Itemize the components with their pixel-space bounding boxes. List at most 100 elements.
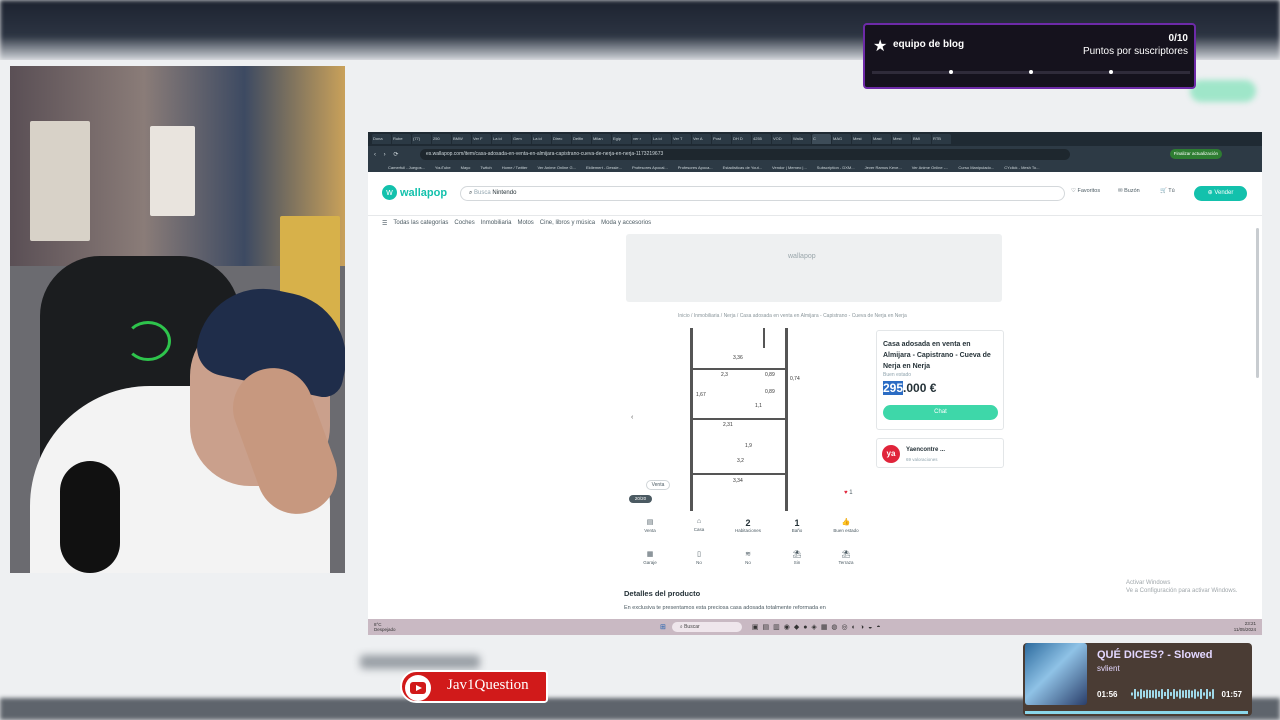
waveform-bar — [1137, 691, 1139, 697]
house-icon: ⌂ — [696, 518, 702, 525]
category-link[interactable]: Moda y accesorios — [601, 220, 651, 227]
browser-tab[interactable]: Delfin — [572, 134, 591, 144]
bookmark-item[interactable]: Camerfull - Juegos... — [388, 165, 425, 170]
elapsed-time: 01:56 — [1097, 690, 1118, 699]
terrace2-icon: ⛱ — [841, 551, 851, 558]
clock-date: 11/05/2024 — [1233, 627, 1256, 632]
browser-tab[interactable]: Ver A — [692, 134, 711, 144]
likes[interactable]: ♥ 1 — [844, 490, 853, 496]
update-button[interactable]: Finalizar actualización — [1169, 149, 1222, 159]
waveform-bar — [1188, 689, 1190, 699]
bookmark-item[interactable]: Profesores Apocal... — [632, 165, 668, 170]
bookmark-item[interactable]: Subscription - DXM... — [817, 165, 855, 170]
taskbar-search[interactable]: ⌕ Buscar — [671, 622, 742, 632]
taskbar-apps-icon[interactable]: ▣▤▥◉◆●◈▦◍◎◐◑◒◓ — [742, 623, 885, 631]
chevron-left-icon[interactable]: ‹ — [631, 414, 633, 421]
bookmark-item[interactable]: Eldlemert - Dessie... — [586, 165, 622, 170]
browser-tab[interactable]: Egip — [612, 134, 631, 144]
browser-tab[interactable]: Mest — [852, 134, 871, 144]
taskbar-search-label: Buscar — [684, 624, 700, 630]
bookmark-item[interactable]: Vendor | Memeo |... — [772, 165, 807, 170]
browser-tab[interactable]: Ver F — [472, 134, 491, 144]
browser-tab[interactable]: Dona — [372, 134, 391, 144]
activate-line: Activar Windows — [1126, 580, 1171, 586]
waveform-bar — [1146, 689, 1148, 699]
seller-reviews: 69 valoraciones — [906, 457, 938, 462]
category-link[interactable]: Coches — [454, 220, 474, 227]
browser-tab[interactable]: Mast — [872, 134, 891, 144]
image-gallery[interactable]: 3,36 2,3 0,89 0,89 1,67 2,31 3,2 3,34 1,… — [626, 328, 862, 511]
bookmark-item[interactable]: Home / Twitter — [502, 165, 528, 170]
browser-tab[interactable]: Mest — [892, 134, 911, 144]
profile-link[interactable]: 🛒 Tú — [1160, 188, 1175, 194]
browser-tab[interactable]: Gem — [512, 134, 531, 144]
weather-widget[interactable]: 8°C Despejado — [368, 622, 648, 632]
bookmark-item[interactable]: YouTube — [435, 165, 451, 170]
bookmark-item[interactable]: Estadísticas de Yout... — [723, 165, 762, 170]
browser-tab[interactable]: DH D — [732, 134, 751, 144]
sell-button[interactable]: ⊕ Vender — [1194, 186, 1247, 201]
windows-start-icon[interactable]: ⊞ — [648, 623, 666, 631]
browser-tab[interactable]: C — [812, 134, 831, 144]
bookmark-item[interactable]: Ver Anime Online -... — [912, 165, 949, 170]
goal-marker — [1029, 70, 1033, 74]
music-player: QUÉ DICES? - Slowed svlient 01:56 01:57 — [1023, 643, 1252, 716]
scrollbar[interactable] — [1256, 228, 1259, 378]
channel-banner: Jav1Question — [400, 670, 548, 703]
chat-button[interactable]: Chat — [883, 405, 998, 420]
browser-tab[interactable]: MAG — [832, 134, 851, 144]
bookmark-item[interactable]: CYclick - Mesh To... — [1004, 165, 1039, 170]
nav-buttons-icon[interactable]: ‹ › ⟳ — [368, 151, 420, 158]
browser-tab[interactable]: BMI — [912, 134, 931, 144]
browser-tab[interactable]: Rube — [392, 134, 411, 144]
search-input[interactable]: ⌕ Busca Nintendo — [460, 186, 1065, 201]
browser-tab[interactable]: Milan — [592, 134, 611, 144]
waveform-bar — [1176, 691, 1178, 697]
search-value: Nintendo — [492, 190, 517, 196]
wallapop-logo[interactable]: w wallapop — [382, 185, 447, 200]
category-link[interactable]: Todas las categorías — [393, 220, 448, 227]
bookmark-item[interactable]: Profesores Apoca... — [678, 165, 713, 170]
bookmark-item[interactable]: Ver Anime Online G... — [537, 165, 575, 170]
category-link[interactable]: Cine, libros y música — [540, 220, 595, 227]
breadcrumb[interactable]: Inicio / Inmobiliaria / Nerja / Casa ado… — [678, 313, 907, 319]
url-field[interactable]: es.wallapop.com/item/casa-adosada-en-ven… — [420, 148, 1070, 160]
browser-tab[interactable]: Direc — [552, 134, 571, 144]
favorites-link[interactable]: ♡ Favoritos — [1071, 188, 1100, 194]
browser-tab[interactable]: ver r — [632, 134, 651, 144]
category-link[interactable]: Motos — [517, 220, 533, 227]
song-progress-bar — [1025, 711, 1248, 714]
feature-item: ▤ Venta — [626, 518, 674, 533]
search-icon: ⌕ — [469, 190, 473, 196]
bookmark-item[interactable]: Curso Manipulado... — [958, 165, 994, 170]
browser-tab[interactable]: Ver T — [672, 134, 691, 144]
feature-label: Habitaciones — [734, 528, 761, 533]
taskbar-clock[interactable]: 23:21 11/05/2024 — [1234, 621, 1256, 633]
waveform-bar — [1191, 690, 1193, 698]
browser-tab[interactable]: (77) — [412, 134, 431, 144]
category-nav: ☰ Todas las categorías Coches Inmobiliaria M… — [382, 220, 651, 227]
category-link[interactable]: Inmobiliaria — [481, 220, 512, 227]
browser-tab[interactable]: Walla — [792, 134, 811, 144]
bookmark-item[interactable]: Twitch — [480, 165, 491, 170]
listing-condition: Buen estado — [883, 372, 912, 378]
menu-icon[interactable]: ☰ — [382, 220, 387, 227]
waveform-bar — [1212, 689, 1214, 699]
browser-tab[interactable]: La id — [492, 134, 511, 144]
activate-line: Ve a Configuración para activar Windows. — [1126, 588, 1238, 594]
browser-tab[interactable]: RTB — [932, 134, 951, 144]
browser-tab[interactable]: 250 — [432, 134, 451, 144]
browser-tab[interactable]: 4255 — [752, 134, 771, 144]
browser-tab[interactable]: BMW — [452, 134, 471, 144]
feature-label: Terraza — [838, 560, 854, 565]
messages-link[interactable]: ✉ Buzón — [1118, 188, 1140, 194]
bookmark-item[interactable]: Jever Ramos Keve... — [865, 165, 902, 170]
razer-logo-icon — [125, 321, 171, 361]
bookmark-item[interactable]: Mayo — [461, 165, 471, 170]
waveform-bar — [1209, 691, 1211, 697]
browser-tab[interactable]: Post — [712, 134, 731, 144]
browser-tab[interactable]: La id — [652, 134, 671, 144]
seller-card[interactable]: ya Yaencontre ... 69 valoraciones — [876, 438, 1004, 468]
browser-tab[interactable]: VOD — [772, 134, 791, 144]
browser-tab[interactable]: La id — [532, 134, 551, 144]
